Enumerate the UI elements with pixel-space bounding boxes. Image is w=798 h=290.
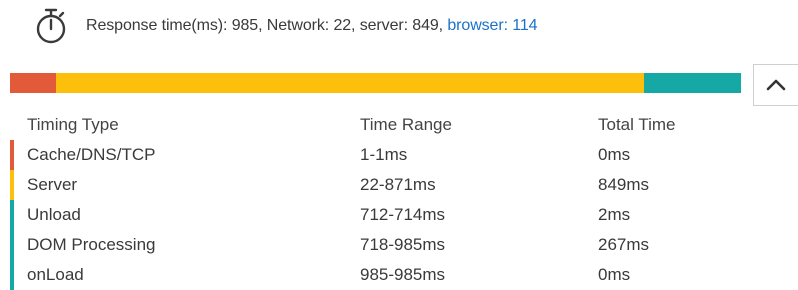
table-row: onLoad 985-985ms 0ms [10,260,740,290]
collapse-button[interactable] [753,64,798,106]
table-header: Timing Type Time Range Total Time [10,110,740,140]
cell-total-time: 0ms [598,265,631,284]
header-time-range: Time Range [360,115,452,134]
response-summary: Response time(ms): 985, Network: 22, ser… [34,8,538,44]
cell-timing-type: Unload [27,205,81,224]
row-color-indicator [10,140,14,170]
cell-total-time: 849ms [598,175,650,194]
cell-timing-type: onLoad [27,265,84,284]
table-row: Unload 712-714ms 2ms [10,200,740,230]
cell-timing-type: Server [27,175,78,194]
table-row: Server 22-871ms 849ms [10,170,740,200]
summary-prefix: Response time(ms): 985, Network: 22, ser… [86,17,448,34]
row-color-indicator [10,170,14,200]
cell-time-range: 1-1ms [360,145,408,164]
table-body: Cache/DNS/TCP 1-1ms 0ms Server 22-871ms 849ms… [10,140,740,290]
cell-time-range: 712-714ms [360,205,446,224]
cell-time-range: 22-871ms [360,175,436,194]
cell-time-range: 718-985ms [360,235,446,254]
timing-bar [10,73,741,93]
row-color-indicator [10,200,14,230]
chevron-up-icon [766,79,786,91]
header-total-time: Total Time [598,115,676,134]
row-color-indicator [10,260,14,290]
timing-table: Timing Type Time Range Total Time Cache/… [10,110,740,290]
cell-total-time: 0ms [598,145,631,164]
timing-bar-segment-server [56,73,645,93]
browser-link[interactable]: browser: 114 [447,17,537,34]
header-timing-type: Timing Type [27,115,119,134]
timing-bar-segment-cache [10,73,57,93]
cell-total-time: 267ms [598,235,650,254]
cell-time-range: 985-985ms [360,265,446,284]
cell-total-time: 2ms [598,205,631,224]
response-summary-text: Response time(ms): 985, Network: 22, ser… [86,17,538,35]
table-row: DOM Processing 718-985ms 267ms [10,230,740,260]
cell-timing-type: Cache/DNS/TCP [27,145,156,164]
row-color-indicator [10,230,14,260]
cell-timing-type: DOM Processing [27,235,156,254]
table-row: Cache/DNS/TCP 1-1ms 0ms [10,140,740,170]
stopwatch-icon [36,8,66,44]
timing-bar-segment-browser [644,73,741,93]
